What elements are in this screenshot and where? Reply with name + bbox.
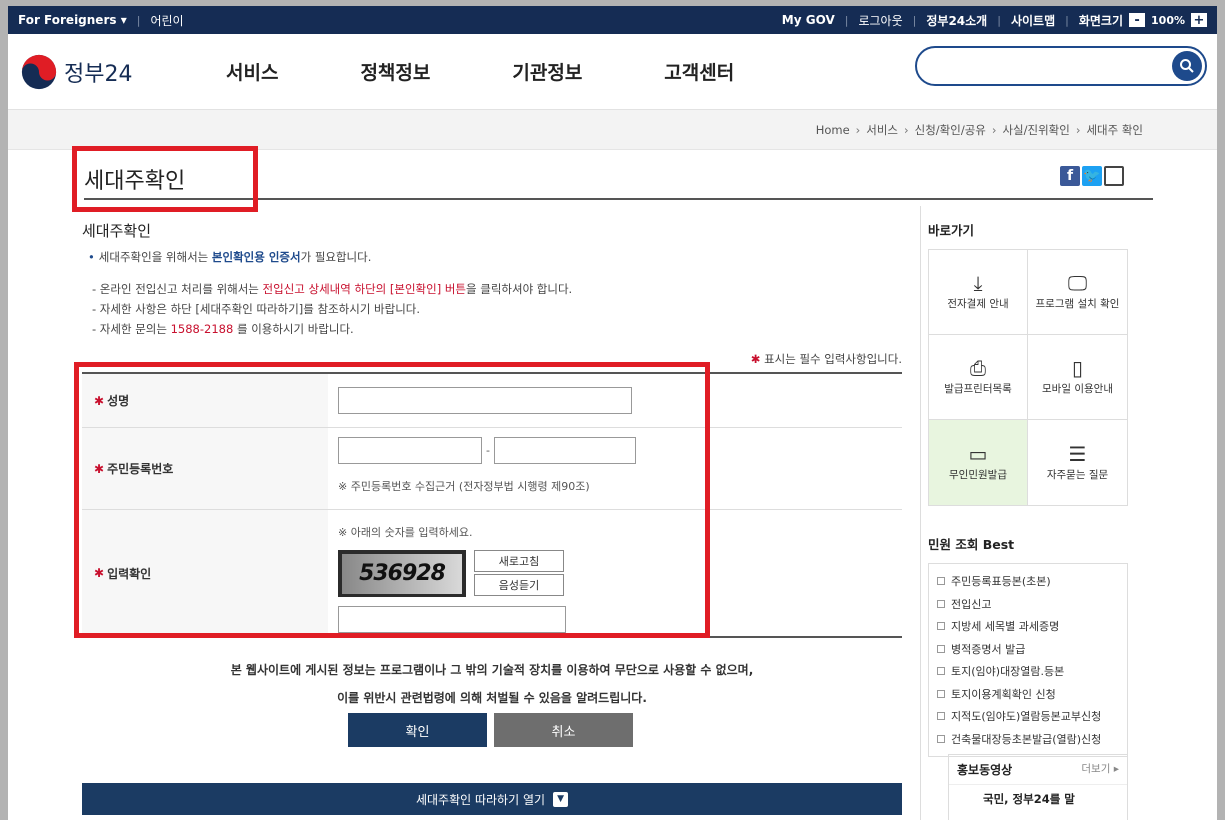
- mobile-icon: ▯: [1071, 356, 1083, 380]
- note-3: - 자세한 문의는 1588-2188 를 이용하시기 바랍니다.: [92, 322, 354, 336]
- usage-warning: 본 웹사이트에 게시된 정보는 프로그램이나 그 밖의 기술적 장치를 이용하여…: [230, 663, 754, 705]
- promo-video-box: 홍보동영상 더보기 ▸ 국민, 정부24를 말: [948, 754, 1128, 820]
- zoom-value: 100%: [1151, 13, 1185, 27]
- breadcrumb-current: 세대주 확인: [1086, 122, 1143, 137]
- nav-customer-center[interactable]: 고객센터: [664, 58, 734, 85]
- breadcrumb-verify[interactable]: 사실/진위확인: [1002, 122, 1069, 138]
- zoom-out-button[interactable]: -: [1129, 13, 1146, 27]
- zoom-in-button[interactable]: +: [1191, 13, 1207, 27]
- list-item[interactable]: 주민등록표등본(초본): [937, 570, 1119, 593]
- bullet-icon: •: [88, 250, 95, 264]
- square-icon: [937, 622, 945, 631]
- chevron-right-icon: ›: [1075, 122, 1081, 137]
- title-highlight-box: [72, 146, 258, 212]
- site-header: 정부24 서비스 정책정보 기관정보 고객센터: [8, 34, 1217, 110]
- nav-policy[interactable]: 정책정보: [360, 58, 430, 85]
- monitor-icon: 🖵: [1067, 271, 1088, 295]
- breadcrumb: Home › 서비스 › 신청/확인/공유 › 사실/진위확인 › 세대주 확인: [8, 110, 1217, 150]
- logo-text: 정부24: [64, 61, 133, 87]
- search-icon: [1180, 59, 1194, 73]
- note-1: - 온라인 전입신고 처리를 위해서는 전입신고 상세내역 하단의 [본인확인]…: [92, 282, 573, 296]
- chevron-right-icon: ›: [904, 122, 909, 137]
- sitemap-link[interactable]: 사이트맵: [1011, 12, 1055, 29]
- chat-icon: ☰: [1068, 441, 1087, 466]
- facebook-icon[interactable]: f: [1060, 166, 1080, 186]
- top-bar: For Foreigners ▾ | 어린이 My GOV | 로그아웃 | 정…: [8, 6, 1217, 34]
- for-foreigners-link[interactable]: For Foreigners ▾: [18, 13, 127, 27]
- quick-link-mobile[interactable]: ▯ 모바일 이용안내: [1028, 335, 1127, 420]
- promo-title: 홍보동영상: [957, 763, 1013, 777]
- caret-down-icon: ▾: [120, 13, 127, 27]
- quick-links-title: 바로가기: [928, 223, 975, 238]
- mygov-link[interactable]: My GOV: [782, 13, 835, 27]
- form-buttons: 확인 취소: [348, 713, 633, 747]
- logout-link[interactable]: 로그아웃: [858, 12, 902, 29]
- kids-link[interactable]: 어린이: [150, 12, 183, 29]
- list-item[interactable]: 지방세 세목별 과세증명: [937, 615, 1119, 638]
- confirm-button[interactable]: 확인: [348, 713, 487, 747]
- list-item[interactable]: 지적도(임야도)열람등본교부신청: [937, 705, 1119, 728]
- square-icon: [937, 667, 945, 676]
- note-2: - 자세한 사항은 하단 [세대주확인 따라하기]를 참조하시기 바랍니다.: [92, 302, 421, 316]
- quick-link-printer[interactable]: ⎙ 발급프린터목록: [929, 335, 1028, 420]
- square-icon: [937, 712, 945, 721]
- square-icon: [937, 689, 945, 698]
- search-button[interactable]: [1172, 51, 1202, 81]
- best-title: 민원 조회 Best: [928, 537, 1015, 552]
- chevron-right-icon: ›: [855, 122, 861, 137]
- sidebar-divider: [920, 206, 921, 820]
- download-icon: ⤓: [973, 271, 983, 295]
- search-input[interactable]: [933, 48, 1173, 82]
- site-logo[interactable]: 정부24: [20, 53, 226, 91]
- screen-size-label: 화면크기: [1078, 13, 1124, 28]
- share-tools: f 🐦 ⎙: [1060, 166, 1124, 186]
- square-icon: [937, 644, 945, 653]
- list-item[interactable]: 전입신고: [937, 593, 1119, 616]
- kiosk-icon: ▭: [968, 441, 988, 466]
- follow-guide-toggle[interactable]: 세대주확인 따라하기 열기 ▼: [82, 783, 902, 815]
- quick-link-program[interactable]: 🖵 프로그램 설치 확인: [1028, 250, 1127, 335]
- quick-link-kiosk[interactable]: ▭ 무인민원발급: [929, 420, 1028, 505]
- section-title: 세대주확인: [82, 222, 152, 240]
- twitter-icon[interactable]: 🐦: [1082, 166, 1102, 186]
- print-icon[interactable]: ⎙: [1104, 166, 1124, 186]
- quick-link-faq[interactable]: ☰ 자주묻는 질문: [1028, 420, 1127, 505]
- breadcrumb-home[interactable]: Home: [816, 123, 850, 137]
- square-icon: [937, 599, 945, 608]
- content-intro: 세대주확인 • 세대주확인을 위해서는 본인확인용 인증서가 필요합니다. - 온…: [82, 220, 902, 367]
- about-link[interactable]: 정부24소개: [926, 12, 987, 29]
- intro-bullet: • 세대주확인을 위해서는 본인확인용 인증서가 필요합니다.: [88, 250, 372, 264]
- list-item[interactable]: 건축물대장등초본발급(열람)신청: [937, 728, 1119, 751]
- square-icon: [937, 734, 945, 743]
- nav-agency[interactable]: 기관정보: [512, 58, 582, 85]
- caret-right-icon: ▸: [1113, 763, 1119, 775]
- quick-link-payment[interactable]: ⤓ 전자결제 안내: [929, 250, 1028, 335]
- main-nav: 서비스 정책정보 기관정보 고객센터: [226, 58, 816, 85]
- quick-links: ⤓ 전자결제 안내 🖵 프로그램 설치 확인 ⎙ 발급프린터목록 ▯ 모바일 이용안내 …: [928, 249, 1128, 506]
- list-item[interactable]: 토지이용계획확인 신청: [937, 683, 1119, 706]
- promo-more-link[interactable]: 더보기 ▸: [1081, 761, 1119, 778]
- square-icon: [937, 577, 945, 586]
- search-box: [915, 46, 1207, 86]
- cert-highlight: 본인확인용 인증서: [211, 250, 301, 264]
- taegeuk-logo-icon: [21, 54, 57, 89]
- form-highlight-box: [74, 362, 710, 638]
- chevron-down-icon: ▼: [553, 791, 569, 807]
- chevron-right-icon: ›: [991, 122, 997, 137]
- printer-icon: ⎙: [970, 356, 986, 380]
- breadcrumb-services[interactable]: 서비스: [866, 122, 898, 138]
- nav-services[interactable]: 서비스: [226, 58, 278, 85]
- promo-text[interactable]: 국민, 정부24를 말: [983, 791, 1075, 807]
- cancel-button[interactable]: 취소: [494, 713, 633, 747]
- page: For Foreigners ▾ | 어린이 My GOV | 로그아웃 | 정…: [8, 6, 1217, 820]
- breadcrumb-apply[interactable]: 신청/확인/공유: [915, 122, 986, 138]
- phone-number: 1588-2188: [170, 322, 234, 336]
- list-item[interactable]: 병적증명서 발급: [937, 638, 1119, 661]
- list-item[interactable]: 토지(임야)대장열람.등본: [937, 660, 1119, 683]
- best-list: 주민등록표등본(초본) 전입신고 지방세 세목별 과세증명 병적증명서 발급 토…: [928, 563, 1128, 757]
- sidebar: 바로가기 ⤓ 전자결제 안내 🖵 프로그램 설치 확인 ⎙ 발급프린터목록 ▯ 모바일 …: [928, 220, 1128, 757]
